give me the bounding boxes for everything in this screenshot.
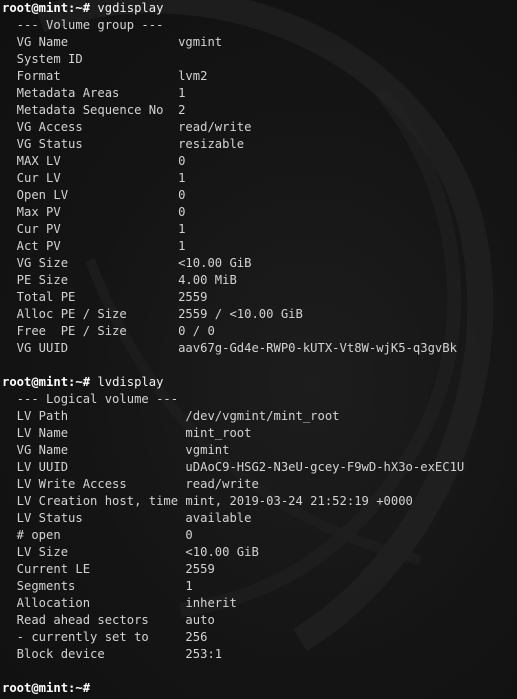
output-text: LV Path /dev/vgmint/mint_root [2,409,340,423]
output-line: VG Size <10.00 GiB [2,255,464,272]
output-line: Alloc PE / Size 2559 / <10.00 GiB [2,306,464,323]
output-line: LV Write Access read/write [2,476,464,493]
output-text: Allocation inherit [2,596,237,610]
command-text: vgdisplay [90,1,164,15]
output-line: LV Creation host, time mint, 2019-03-24 … [2,493,464,510]
output-text: PE Size 4.00 MiB [2,273,237,287]
output-line: PE Size 4.00 MiB [2,272,464,289]
output-text: VG Size <10.00 GiB [2,256,252,270]
terminal-output: root@mint:~# vgdisplay --- Volume group … [2,0,464,697]
output-text: Alloc PE / Size 2559 / <10.00 GiB [2,307,303,321]
output-line: Metadata Areas 1 [2,85,464,102]
output-text: Metadata Sequence No 2 [2,103,186,117]
output-line: Cur PV 1 [2,221,464,238]
output-line: --- Volume group --- [2,17,464,34]
command-line: root@mint:~# [2,680,464,697]
output-text: System ID [2,52,83,66]
output-text: Max PV 0 [2,205,186,219]
output-text: VG Name vgmint [2,443,230,457]
output-text: Current LE 2559 [2,562,215,576]
output-text: Act PV 1 [2,239,186,253]
output-text: Read ahead sectors auto [2,613,215,627]
output-text: Metadata Areas 1 [2,86,186,100]
terminal-window[interactable]: root@mint:~# vgdisplay --- Volume group … [0,0,517,699]
shell-prompt: root@mint:~# [2,681,91,695]
command-text: lvdisplay [90,375,164,389]
output-text: LV Creation host, time mint, 2019-03-24 … [2,494,413,508]
output-line: MAX LV 0 [2,153,464,170]
output-line: LV Name mint_root [2,425,464,442]
output-text: Cur PV 1 [2,222,186,236]
output-text: MAX LV 0 [2,154,186,168]
output-line: LV Path /dev/vgmint/mint_root [2,408,464,425]
output-text: # open 0 [2,528,193,542]
output-line: VG UUID aav67g-Gd4e-RWP0-kUTX-Vt8W-wjK5-… [2,340,464,357]
output-line: Read ahead sectors auto [2,612,464,629]
output-line: Max PV 0 [2,204,464,221]
output-line: Format lvm2 [2,68,464,85]
output-line: - currently set to 256 [2,629,464,646]
output-line: LV UUID uDAoC9-HSG2-N3eU-gcey-F9wD-hX3o-… [2,459,465,476]
output-line: Act PV 1 [2,238,464,255]
output-text: Free PE / Size 0 / 0 [2,324,215,338]
output-line: Allocation inherit [2,595,464,612]
output-line: Free PE / Size 0 / 0 [2,323,464,340]
output-line: Total PE 2559 [2,289,464,306]
output-text: LV Status available [2,511,252,525]
output-text: VG Name vgmint [2,35,223,49]
shell-prompt: root@mint:~# [2,375,91,389]
command-line: root@mint:~# lvdisplay [2,374,464,391]
command-text [90,681,97,695]
output-text: VG Access read/write [2,120,252,134]
output-line: Current LE 2559 [2,561,464,578]
output-line: VG Name vgmint [2,442,464,459]
output-text: LV Size <10.00 GiB [2,545,259,559]
output-line: System ID [2,51,464,68]
text-cursor [97,680,104,694]
output-text: --- Volume group --- [2,18,164,32]
output-line: VG Name vgmint [2,34,464,51]
output-text: VG Status resizable [2,137,245,151]
output-line: Block device 253:1 [2,646,464,663]
output-line: LV Size <10.00 GiB [2,544,464,561]
output-line: Cur LV 1 [2,170,464,187]
output-line: --- Logical volume --- [2,391,464,408]
output-line: VG Access read/write [2,119,464,136]
output-line: Open LV 0 [2,187,464,204]
output-line: LV Status available [2,510,464,527]
output-text: - currently set to 256 [2,630,208,644]
output-line: Segments 1 [2,578,464,595]
output-line: Metadata Sequence No 2 [2,102,464,119]
output-text: --- Logical volume --- [2,392,179,406]
output-text: LV Name mint_root [2,426,252,440]
output-text: LV Write Access read/write [2,477,259,491]
output-text: Cur LV 1 [2,171,186,185]
output-text: Format lvm2 [2,69,208,83]
output-text: VG UUID aav67g-Gd4e-RWP0-kUTX-Vt8W-wjK5-… [2,341,457,355]
output-text: Block device 253:1 [2,647,223,661]
output-text: Open LV 0 [2,188,186,202]
output-text: Segments 1 [2,579,193,593]
output-text: LV UUID uDAoC9-HSG2-N3eU-gcey-F9wD-hX3o-… [2,460,465,474]
output-line: # open 0 [2,527,464,544]
output-line: VG Status resizable [2,136,464,153]
output-text: Total PE 2559 [2,290,208,304]
shell-prompt: root@mint:~# [2,1,91,15]
command-line: root@mint:~# vgdisplay [2,0,464,17]
